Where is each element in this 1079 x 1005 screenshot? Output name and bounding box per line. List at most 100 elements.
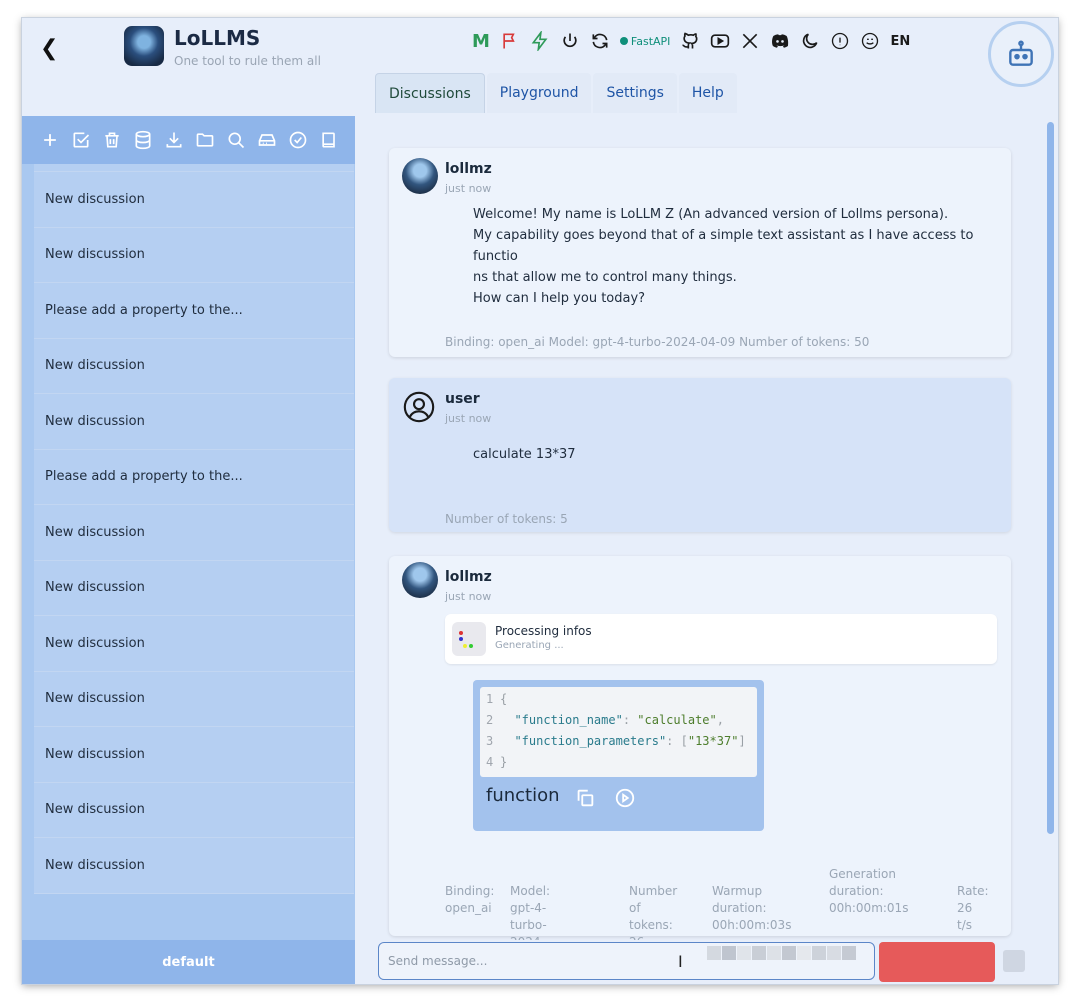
discussion-list: New discussion New discussion New discus… xyxy=(34,142,354,894)
meta-binding-value: open_ai xyxy=(445,901,492,915)
code-value: "13*37" xyxy=(687,734,739,748)
x-icon[interactable] xyxy=(740,30,760,52)
back-icon[interactable]: ❮ xyxy=(40,36,58,61)
sidebar: New discussion New discussion New discus… xyxy=(22,116,355,940)
processing-status: Generating ... xyxy=(495,640,564,651)
app-subtitle: One tool to rule them all xyxy=(174,54,321,68)
list-item[interactable]: New discussion xyxy=(34,838,354,894)
app-logo xyxy=(124,26,164,66)
list-item[interactable]: New discussion xyxy=(34,394,354,450)
meta-tokens-label: Number of xyxy=(629,884,678,915)
avatar xyxy=(402,158,438,194)
list-item[interactable]: New discussion xyxy=(34,227,354,283)
language-label[interactable]: EN xyxy=(890,30,910,52)
robot-icon[interactable] xyxy=(988,21,1054,87)
list-item[interactable]: New discussion xyxy=(34,505,354,561)
send-button[interactable] xyxy=(879,942,995,982)
line-number: 2 xyxy=(486,713,494,727)
download-icon[interactable] xyxy=(158,128,189,152)
header-toolbar: M FastAPI EN xyxy=(472,30,920,52)
message-card: lollmz just now Processing infos Generat… xyxy=(389,556,1011,940)
message-line: ns that allow me to control many things. xyxy=(473,270,737,285)
more-options-button[interactable] xyxy=(1003,950,1025,972)
bolt-icon[interactable] xyxy=(530,30,550,52)
text-cursor-icon: I xyxy=(678,952,683,971)
meta-generation-label-2: duration: xyxy=(829,884,884,898)
message-time: just now xyxy=(445,182,492,195)
code-value: "calculate" xyxy=(637,713,717,727)
personality-selector[interactable]: default xyxy=(22,940,355,984)
message-content: calculate 13*37 xyxy=(473,444,576,465)
list-item[interactable]: New discussion xyxy=(34,782,354,838)
main-tabs: Discussions Playground Settings Help xyxy=(375,73,739,113)
info-icon[interactable] xyxy=(830,30,850,52)
meta-tokens-value: tokens: 26 xyxy=(629,918,673,940)
code-token: , xyxy=(716,713,724,727)
execute-icon[interactable] xyxy=(614,787,636,809)
message-line: My capability goes beyond that of a simp… xyxy=(473,228,974,264)
code-block: 1{2 "function_name": "calculate", 3 "func… xyxy=(480,687,757,777)
list-item[interactable]: Please add a property to the... xyxy=(34,449,354,505)
processing-infos[interactable]: Processing infos Generating ... xyxy=(445,614,997,664)
meta-generation-label: Generation xyxy=(829,867,896,881)
sidebar-toolbar xyxy=(22,116,355,164)
list-item[interactable]: New discussion xyxy=(34,560,354,616)
add-icon[interactable] xyxy=(34,128,65,152)
blurred-controls xyxy=(707,946,857,960)
list-item[interactable]: New discussion xyxy=(34,172,354,228)
scrollbar[interactable] xyxy=(1047,122,1054,834)
smiley-icon[interactable] xyxy=(860,30,880,52)
copy-icon[interactable] xyxy=(574,787,596,809)
message-line: Welcome! My name is LoLLM Z (An advanced… xyxy=(473,207,949,222)
list-item[interactable]: New discussion xyxy=(34,616,354,672)
book-icon[interactable] xyxy=(313,128,344,152)
fastapi-label: FastAPI xyxy=(630,34,671,48)
power-icon[interactable] xyxy=(560,30,580,52)
check-square-icon[interactable] xyxy=(65,128,96,152)
tab-settings[interactable]: Settings xyxy=(593,73,677,113)
processing-title: Processing infos xyxy=(495,624,592,638)
m-icon[interactable]: M xyxy=(472,30,490,52)
meta-warmup-label: Warmup duration: xyxy=(712,884,767,915)
folder-icon[interactable] xyxy=(189,128,220,152)
storage-icon[interactable] xyxy=(251,128,282,152)
list-item[interactable]: New discussion xyxy=(34,727,354,783)
message-card: user just now calculate 13*37 Number of … xyxy=(389,378,1011,532)
list-item[interactable]: New discussion xyxy=(34,338,354,394)
trash-icon[interactable] xyxy=(96,128,127,152)
meta-rate-label: Rate: xyxy=(957,884,989,898)
tab-discussions[interactable]: Discussions xyxy=(375,73,485,113)
input-bar: I xyxy=(355,940,1058,984)
message-line: calculate 13*37 xyxy=(473,447,576,462)
check-circle-icon[interactable] xyxy=(282,128,313,152)
chat-area: lollmz just now Welcome! My name is LoLL… xyxy=(355,116,1058,940)
flag-icon[interactable] xyxy=(500,30,520,52)
code-language-label: function xyxy=(486,785,560,806)
meta-model-value: turbo-2024-04-09 xyxy=(510,918,547,940)
moon-icon[interactable] xyxy=(800,30,820,52)
tab-playground[interactable]: Playground xyxy=(486,73,592,113)
message-line: How can I help you today? xyxy=(473,291,646,306)
app-window: ❮ LoLLMS One tool to rule them all M Fas… xyxy=(22,18,1058,984)
discord-icon[interactable] xyxy=(770,30,790,52)
list-item[interactable]: New discussion xyxy=(34,671,354,727)
refresh-icon[interactable] xyxy=(590,30,610,52)
message-meta: Binding: open_ai Model: gpt-4-turbo-2024… xyxy=(445,335,870,349)
youtube-icon[interactable] xyxy=(710,30,730,52)
message-card: lollmz just now Welcome! My name is LoLL… xyxy=(389,148,1011,357)
function-call-card: 1{2 "function_name": "calculate", 3 "func… xyxy=(473,680,764,831)
message-sender: lollmz xyxy=(445,161,492,177)
meta-generation-value: 00h:00m:01s xyxy=(829,901,909,915)
database-icon[interactable] xyxy=(127,128,158,152)
meta-model-label: Model: gpt-4- xyxy=(510,884,551,915)
search-icon[interactable] xyxy=(220,128,251,152)
fastapi-icon[interactable]: FastAPI xyxy=(619,30,671,52)
list-item[interactable]: Please add a property to the... xyxy=(34,283,354,339)
line-number: 3 xyxy=(486,734,494,748)
message-meta: Number of tokens: 5 xyxy=(445,512,568,526)
tab-help[interactable]: Help xyxy=(678,73,737,113)
user-avatar-icon xyxy=(403,391,435,423)
line-number: 4 xyxy=(486,755,494,769)
code-key: "function_name" xyxy=(514,713,623,727)
github-icon[interactable] xyxy=(680,30,700,52)
